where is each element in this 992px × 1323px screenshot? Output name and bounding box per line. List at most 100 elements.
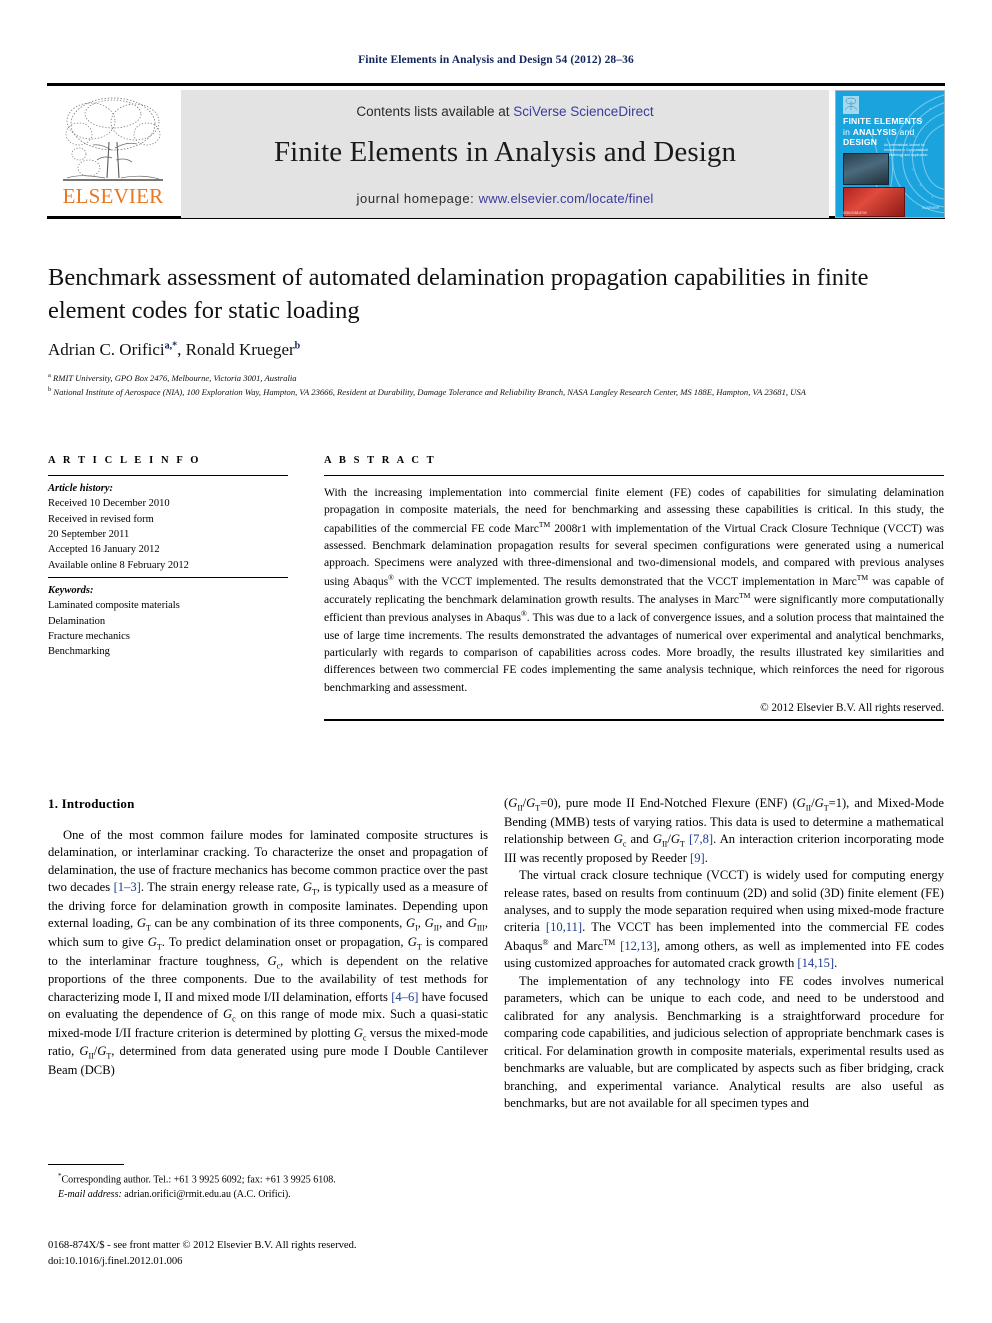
citation-ref[interactable]: [4–6] — [391, 990, 418, 1004]
journal-title: Finite Elements in Analysis and Design — [273, 136, 737, 168]
page-title: Benchmark assessment of automated delami… — [48, 264, 869, 324]
paragraph: (GII/GT=0), pure mode II End-Notched Fle… — [504, 796, 945, 865]
citation-ref[interactable]: [10,11] — [546, 920, 582, 934]
masthead-center-band: Contents lists available at SciVerse Sci… — [181, 90, 829, 218]
doi-line[interactable]: doi:10.1016/j.finel.2012.01.006 — [48, 1254, 488, 1270]
affiliation-b: b National Institute of Aerospace (NIA),… — [48, 385, 943, 399]
author-list: Adrian C. Orificia,*, Ronald Kruegerb — [48, 340, 301, 359]
symbol-G: G — [136, 916, 146, 931]
history-item: Received 10 December 2010 — [48, 498, 170, 510]
symbol-G: G — [652, 832, 662, 847]
symbol-sup-tm: TM — [603, 937, 616, 947]
abstract-seg-3: with the VCCT implemented. The results d… — [393, 574, 857, 588]
abstract-sup-tm-2: TM — [856, 572, 869, 582]
cover-issn: ISSN 0168-874X — [843, 211, 867, 215]
cover-line-2b: ANALYSIS — [852, 126, 897, 137]
email-address[interactable]: adrian.orifici@rmit.edu.au (A.C. Orifici… — [122, 1189, 290, 1200]
contents-prefix: Contents lists available at — [356, 104, 514, 119]
symbol-G: G — [406, 916, 416, 931]
symbol-sub: I — [415, 923, 418, 933]
history-item: Received in revised form — [48, 513, 154, 525]
text-seg: . To predict delamination onset or propa… — [161, 934, 408, 949]
text-seg: . The strain energy release rate, — [140, 880, 303, 895]
imprint-block: 0168-874X/$ - see front matter © 2012 El… — [48, 1238, 488, 1270]
section-heading-introduction: 1. Introduction — [48, 796, 135, 811]
keyword-item: Delamination — [48, 615, 106, 627]
contents-lists-line: Contents lists available at SciVerse Sci… — [181, 104, 829, 119]
abstract-sup-tm-1: TM — [538, 519, 551, 529]
affiliations: a RMIT University, GPO Box 2476, Melbour… — [48, 371, 943, 399]
symbol-G: G — [222, 1007, 233, 1021]
elsevier-tree-icon — [63, 97, 163, 181]
keywords-block: Keywords: Laminated composite materials … — [48, 578, 288, 660]
abstract-copyright: © 2012 Elsevier B.V. All rights reserved… — [760, 702, 944, 715]
keywords-label: Keywords: — [48, 584, 94, 596]
symbol-G: G — [467, 916, 477, 931]
abstract-heading: A B S T R A C T — [324, 455, 437, 466]
history-item: 20 September 2011 — [48, 528, 130, 540]
symbol-G: G — [508, 796, 518, 810]
journal-homepage-line: journal homepage: www.elsevier.com/locat… — [181, 191, 829, 206]
keyword-item: Laminated composite materials — [48, 600, 180, 612]
affiliation-b-text: National Institute of Aerospace (NIA), 1… — [53, 387, 806, 398]
article-history-label: Article history: — [48, 483, 114, 494]
email-note: E-mail address: adrian.orifici@rmit.edu.… — [48, 1188, 488, 1203]
citation-ref[interactable]: [9] — [690, 851, 705, 865]
paragraph: The virtual crack closure technique (VCC… — [504, 867, 944, 973]
paragraph: The implementation of any technology int… — [504, 973, 944, 1110]
symbol-G: G — [796, 796, 806, 810]
cover-brand: ELSEVIER — [922, 205, 939, 210]
issn-copyright-line: 0168-874X/$ - see front matter © 2012 El… — [48, 1240, 357, 1251]
citation-ref[interactable]: [14,15] — [797, 956, 834, 970]
text-seg: =0), pure mode II End-Notched Flexure (E… — [540, 796, 797, 810]
text-seg: can be any combination of its three comp… — [150, 916, 407, 931]
journal-homepage-link[interactable]: www.elsevier.com/locate/finel — [479, 191, 654, 206]
symbol-G: G — [353, 1025, 363, 1040]
keyword-item: Benchmarking — [48, 646, 110, 658]
text-seg: . — [834, 956, 838, 971]
symbol-G: G — [267, 953, 277, 968]
citation-ref[interactable]: [12,13] — [620, 939, 657, 953]
symbol-sub: II — [805, 803, 812, 813]
affiliation-a: a RMIT University, GPO Box 2476, Melbour… — [48, 371, 943, 385]
abstract-column: A B S T R A C T With the increasing impl… — [324, 455, 944, 722]
cover-line-1: FINITE ELEMENTS — [843, 116, 923, 126]
cover-elsevier-icon — [843, 96, 859, 114]
author-2-affiliation-marker[interactable]: b — [295, 340, 301, 351]
symbol-G: G — [407, 934, 417, 949]
cover-figure-mesh — [843, 153, 889, 185]
article-history-block: Article history: Received 10 December 20… — [48, 476, 288, 577]
text-seg: and — [626, 832, 653, 847]
cover-line-2c: and — [896, 126, 915, 137]
author-1-affiliation-marker[interactable]: a,* — [165, 340, 178, 351]
symbol-G: G — [526, 796, 536, 810]
symbol-G: G — [613, 832, 623, 847]
elsevier-logo: ELSEVIER — [47, 90, 177, 218]
text-seg: , determined from data generated using p… — [48, 1044, 488, 1077]
author-2: Ronald Krueger — [185, 340, 295, 359]
abstract-sup-tm-3: TM — [738, 591, 751, 601]
article-info-column: A R T I C L E I N F O Article history: R… — [48, 455, 288, 660]
symbol-G: G — [302, 880, 312, 895]
cover-subtitle: An International Journal for Innovations… — [884, 143, 928, 158]
body-column-right: (GII/GT=0), pure mode II End-Notched Fle… — [504, 795, 944, 1112]
journal-cover-thumbnail: FINITE ELEMENTS in ANALYSIS and DESIGN A… — [835, 90, 945, 218]
email-label: E-mail address: — [58, 1188, 122, 1200]
affiliation-a-text: RMIT University, GPO Box 2476, Melbourne… — [53, 372, 297, 383]
text-seg: , and — [439, 916, 468, 931]
journal-masthead: ELSEVIER Contents lists available at Sci… — [47, 83, 945, 219]
running-head: Finite Elements in Analysis and Design 5… — [358, 54, 634, 66]
symbol-sub: II — [661, 839, 668, 849]
citation-ref[interactable]: [7,8] — [689, 832, 713, 846]
text-seg: . — [704, 850, 708, 865]
citation-ref[interactable]: [1–3] — [114, 880, 141, 894]
homepage-prefix: journal homepage: — [356, 191, 479, 206]
keyword-item: Fracture mechanics — [48, 630, 130, 642]
sciencedirect-link[interactable]: SciVerse ScienceDirect — [513, 104, 653, 119]
history-item: Available online 8 February 2012 — [48, 559, 189, 571]
affiliation-a-marker: a — [48, 372, 51, 379]
symbol-sub: II — [517, 803, 523, 813]
author-1: Adrian C. Orifici — [48, 340, 165, 359]
symbol-G: G — [670, 832, 680, 847]
paragraph: One of the most common failure modes for… — [48, 828, 489, 1077]
